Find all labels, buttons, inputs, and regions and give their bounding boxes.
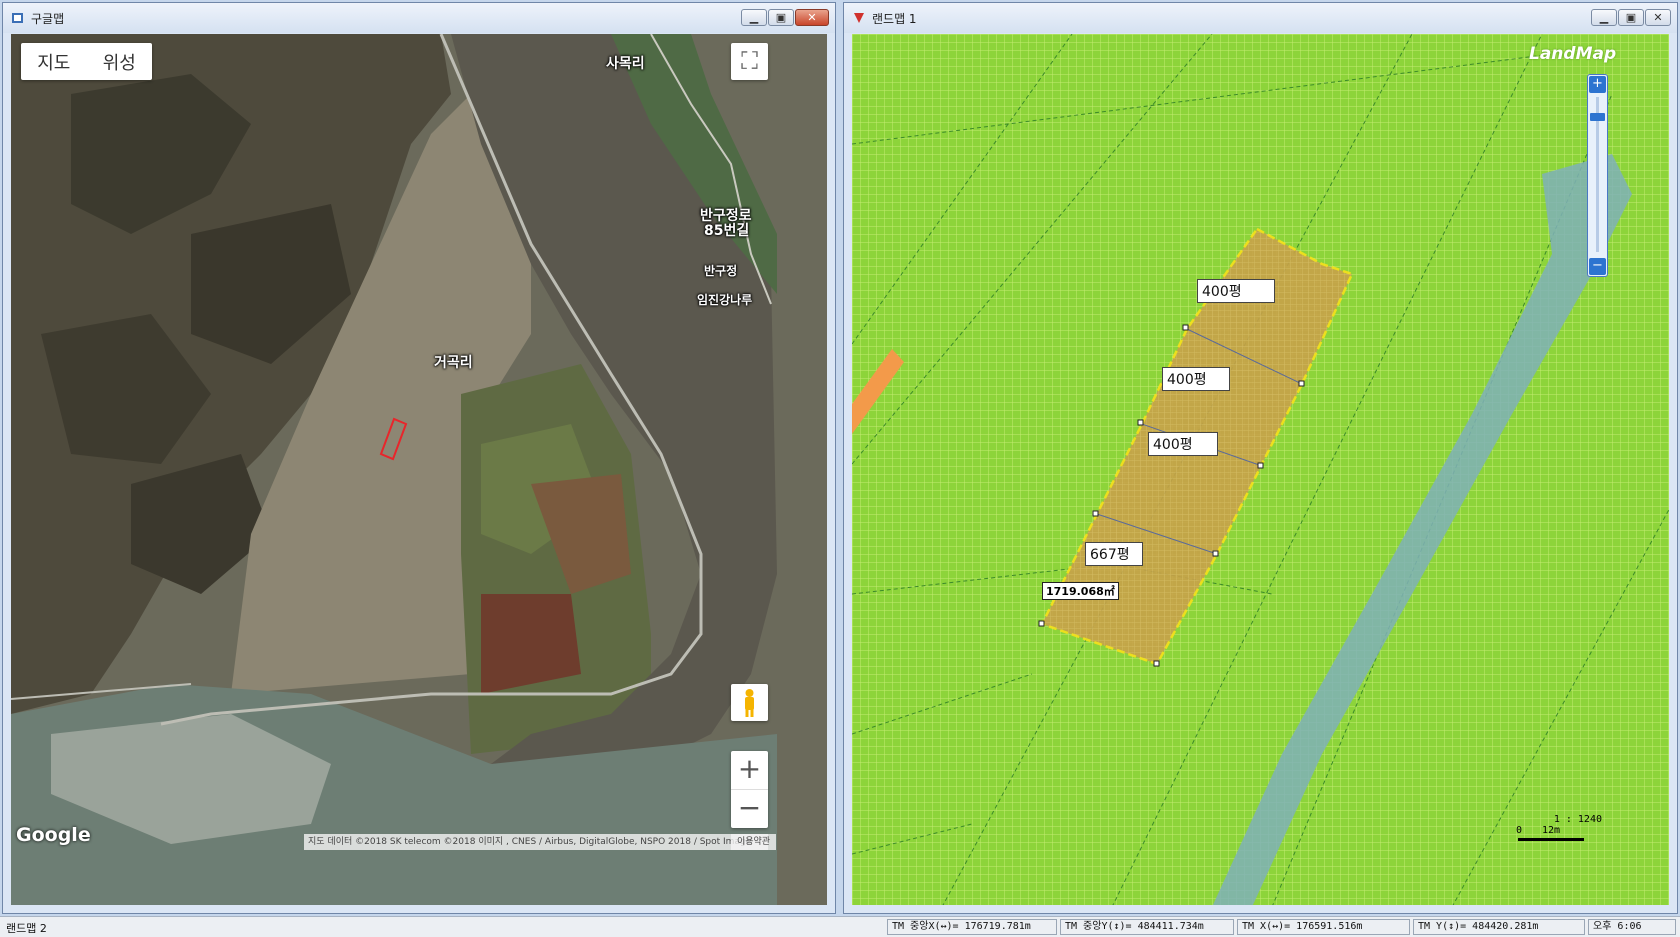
google-logo: Google	[16, 824, 91, 846]
pegman-icon	[745, 689, 754, 717]
fullscreen-button[interactable]: ⛶	[731, 43, 768, 80]
satellite-map[interactable]: 지도 위성 ⛶ 사목리 반구정로 85번길 반구정 임진강나루 거곡리 + − …	[11, 34, 827, 905]
parcel-label-3: 400평	[1148, 432, 1218, 456]
google-window-titlebar[interactable]: 구글맵 ▁ ▣ ✕	[3, 3, 835, 33]
parcel-label-4: 667평	[1085, 542, 1143, 566]
landmap-app-icon	[854, 13, 864, 23]
maximize-icon: ▣	[775, 11, 787, 24]
place-label-geogokri: 거곡리	[434, 355, 473, 371]
tm-center-x: TM 중앙X(↔)= 176719.781m	[887, 919, 1057, 935]
map-type-map-button[interactable]: 지도	[21, 49, 87, 75]
landmap-minimize-button[interactable]: ▁	[1591, 9, 1617, 26]
scale-bar: 1 : 1240 0 12m	[1512, 814, 1602, 845]
terms-link[interactable]: 이용약관	[731, 834, 776, 850]
satellite-imagery	[11, 34, 827, 905]
status-bar: 랜드맵 2 TM 중앙X(↔)= 176719.781m TM 중앙Y(↕)= …	[0, 916, 1680, 937]
minimize-button[interactable]: ▁	[741, 9, 767, 26]
fullscreen-icon: ⛶	[741, 47, 758, 75]
maximize-icon: ▣	[1625, 11, 1637, 24]
cadastral-grid	[852, 34, 1669, 905]
place-label-samokri: 사목리	[606, 56, 645, 72]
map-type-satellite-button[interactable]: 위성	[87, 49, 153, 75]
close-icon: ✕	[1653, 11, 1663, 24]
landmap-zoom-out-button[interactable]: −	[1589, 258, 1606, 275]
street-view-pegman-button[interactable]	[731, 684, 768, 721]
google-zoom-out-button[interactable]: −	[731, 790, 768, 828]
scale-distance: 12m	[1542, 825, 1561, 836]
landmap-maximize-button[interactable]: ▣	[1618, 9, 1644, 26]
zoom-thumb[interactable]	[1590, 113, 1605, 121]
parcel-label-2: 400평	[1162, 367, 1230, 391]
landmap-cadastral-map[interactable]: LandMap + − 400평 400평 400평 667평 1719.068…	[852, 34, 1669, 905]
place-label-bangujeong: 반구정	[704, 264, 738, 278]
map-type-control: 지도 위성	[21, 43, 152, 80]
landmap-window-titlebar[interactable]: 랜드맵 1 ▁ ▣ ✕	[844, 3, 1677, 33]
google-zoom-in-button[interactable]: +	[731, 751, 768, 790]
status-left: 랜드맵 2	[6, 922, 47, 935]
landmap-zoom-slider[interactable]: + −	[1587, 74, 1608, 277]
scale-line	[1518, 838, 1584, 841]
google-zoom-control: + −	[731, 751, 768, 828]
tm-center-y: TM 중앙Y(↕)= 484411.734m	[1060, 919, 1234, 935]
google-window-title: 구글맵	[31, 12, 65, 26]
close-icon: ✕	[807, 11, 817, 24]
scale-zero: 0	[1516, 825, 1523, 836]
place-label-imjingang: 임진강나루	[697, 293, 753, 307]
scale-ratio: 1 : 1240	[1553, 814, 1602, 825]
landmap-logo: LandMap	[1529, 44, 1617, 64]
minimize-icon: ▁	[1599, 11, 1609, 24]
maximize-button[interactable]: ▣	[768, 9, 794, 26]
landmap-close-button[interactable]: ✕	[1645, 9, 1671, 26]
landmap-window: 랜드맵 1 ▁ ▣ ✕ LandMap + − 400평 400평 400평 6…	[843, 2, 1678, 914]
landmap-window-title: 랜드맵 1	[872, 12, 917, 26]
close-button[interactable]: ✕	[795, 9, 829, 26]
parcel-label-1: 400평	[1197, 279, 1275, 303]
area-measurement-label: 1719.068㎡	[1042, 582, 1119, 600]
place-label-bangujeong-ro-85: 85번길	[704, 223, 750, 239]
tm-y: TM Y(↕)= 484420.281m	[1413, 919, 1585, 935]
map-attribution: 지도 데이터 ©2018 SK telecom ©2018 이미지 , CNES…	[304, 834, 768, 850]
app-icon	[12, 13, 23, 23]
minimize-icon: ▁	[749, 11, 759, 24]
clock: 오후 6:06	[1588, 919, 1676, 935]
tm-x: TM X(↔)= 176591.516m	[1237, 919, 1410, 935]
landmap-zoom-in-button[interactable]: +	[1589, 76, 1606, 93]
google-map-window: 구글맵 ▁ ▣ ✕ 지도 위성 ⛶ 사목리 반구정로 85번길 반구정 임진강나…	[2, 2, 836, 914]
